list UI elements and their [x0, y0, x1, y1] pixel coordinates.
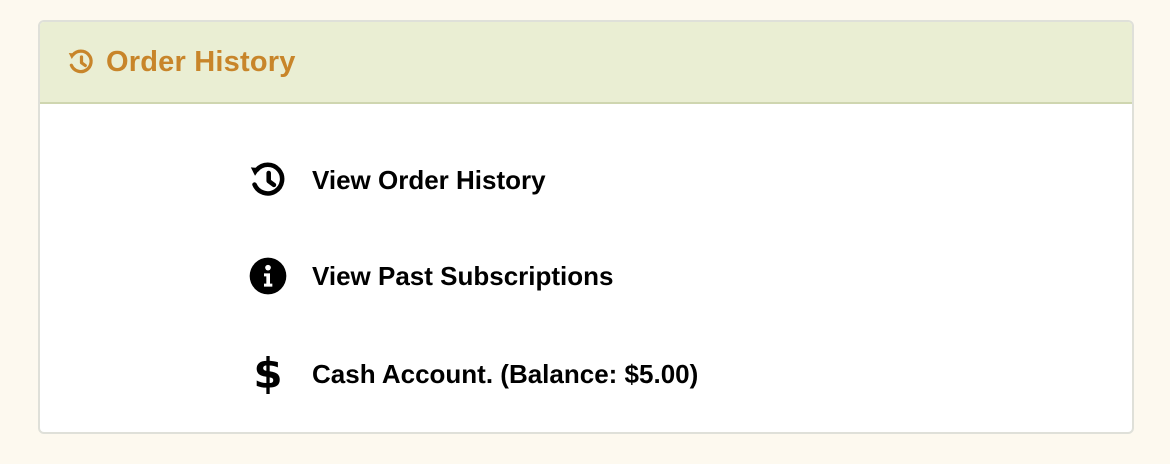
history-icon	[246, 158, 290, 202]
cash-account-link[interactable]: $ Cash Account. (Balance: $5.00)	[246, 352, 698, 396]
dollar-icon: $	[253, 349, 283, 398]
info-circle-icon	[246, 254, 290, 298]
menu-item-label: View Order History	[312, 164, 546, 195]
view-order-history-link[interactable]: View Order History	[246, 158, 546, 202]
panel-header: Order History	[40, 22, 1132, 104]
panel-title: Order History	[106, 45, 296, 78]
menu-item-label: View Past Subscriptions	[312, 260, 614, 291]
order-history-panel: Order History View Order History View Pa…	[38, 20, 1134, 434]
history-icon	[66, 47, 96, 77]
menu-item-label: Cash Account. (Balance: $5.00)	[312, 358, 699, 389]
view-past-subscriptions-link[interactable]: View Past Subscriptions	[246, 254, 614, 298]
